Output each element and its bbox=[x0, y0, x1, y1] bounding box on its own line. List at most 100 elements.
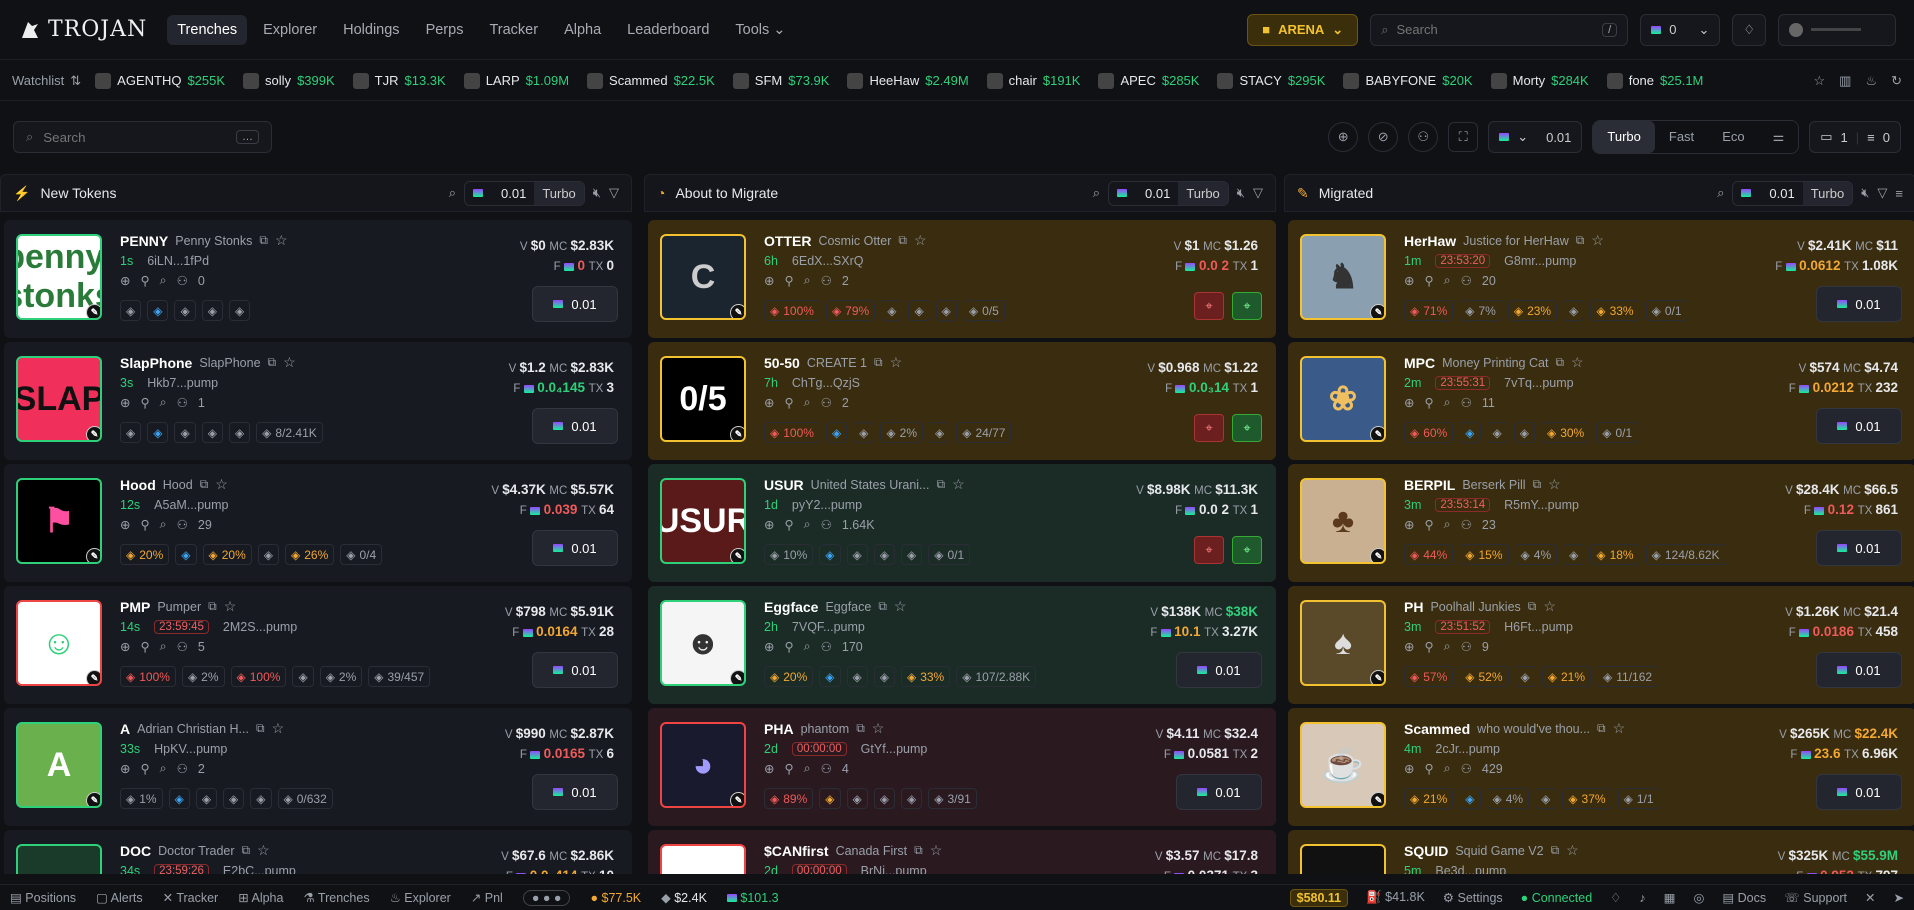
filter-icon[interactable]: ▽ bbox=[1877, 185, 1887, 201]
link-icon[interactable]: ⚲ bbox=[1424, 517, 1433, 532]
token-address[interactable]: ChTg...QzjS bbox=[792, 376, 860, 390]
copy-icon[interactable]: ⧉ bbox=[256, 721, 265, 736]
star-icon[interactable]: ☆ bbox=[1813, 73, 1825, 89]
search-icon[interactable]: ⌕ bbox=[1444, 761, 1451, 776]
token-address[interactable]: 2M2S...pump bbox=[223, 620, 297, 634]
copy-icon[interactable]: ⧉ bbox=[936, 477, 945, 492]
nav-explorer[interactable]: Explorer bbox=[253, 15, 327, 45]
pnl-link[interactable]: ↗ Pnl bbox=[471, 890, 503, 905]
search-icon[interactable]: ⌕ bbox=[804, 639, 811, 654]
token-card[interactable]: ♞ ✎ HerHaw Justice for HerHaw ⧉ ☆ 1m 23:53:20 G8… bbox=[1288, 220, 1914, 338]
watchlist-item[interactable]: fone $25.1M bbox=[1606, 72, 1703, 89]
search-icon[interactable]: ⌕ bbox=[160, 395, 167, 410]
token-address[interactable]: Hkb7...pump bbox=[147, 376, 218, 390]
presets-pill[interactable]: ● ● ● bbox=[522, 889, 571, 906]
link-icon[interactable]: ⚲ bbox=[140, 273, 149, 288]
link-icon[interactable]: ⚲ bbox=[140, 517, 149, 532]
watchlist-item[interactable]: chair $191K bbox=[986, 72, 1080, 89]
quick-buy-button[interactable]: 0.01 bbox=[532, 652, 618, 688]
web-icon[interactable]: ⊕ bbox=[764, 639, 774, 654]
token-image[interactable]: ☕ ✎ bbox=[1300, 722, 1386, 808]
token-card[interactable]: ✎ DOC Doctor Trader ⧉ ☆ 34s 23:59:26 E2bC...pum… bbox=[4, 830, 632, 874]
copy-icon[interactable]: ⧉ bbox=[259, 233, 268, 248]
star-icon[interactable]: ☆ bbox=[1571, 354, 1584, 371]
token-card[interactable]: ✎ $CANfirst Canada First ⧉ ☆ 2d 00:00:00 BrNi..… bbox=[648, 830, 1276, 874]
flame-icon[interactable]: ♨ bbox=[1865, 73, 1877, 89]
token-image[interactable]: ✎ bbox=[660, 844, 746, 874]
token-search-input[interactable] bbox=[43, 129, 226, 145]
refresh-icon[interactable]: ↻ bbox=[1891, 73, 1902, 89]
star-icon[interactable]: ☆ bbox=[1548, 476, 1561, 493]
token-address[interactable]: HpKV...pump bbox=[154, 742, 227, 756]
token-address[interactable]: GtYf...pump bbox=[861, 742, 928, 756]
token-card[interactable]: A ✎ A Adrian Christian H... ⧉ ☆ 33s HpKV...pump… bbox=[4, 708, 632, 826]
token-address[interactable]: E2bC...pump bbox=[223, 864, 296, 874]
star-icon[interactable]: ☆ bbox=[1613, 720, 1626, 737]
token-address[interactable]: 6iLN...1fPd bbox=[147, 254, 209, 268]
token-card[interactable]: ❀ ✎ MPC Money Printing Cat ⧉ ☆ 2m 23:55:31 7vTq.… bbox=[1288, 342, 1914, 460]
link-icon[interactable]: ⚲ bbox=[140, 761, 149, 776]
nav-alpha[interactable]: Alpha bbox=[554, 15, 611, 45]
web-icon[interactable]: ⊕ bbox=[1404, 761, 1414, 776]
quick-buy-button[interactable]: 0.01 bbox=[1816, 652, 1902, 688]
search-icon[interactable]: ⌕ bbox=[1093, 185, 1100, 201]
token-card[interactable]: ⚑ ✎ Hood Hood ⧉ ☆ 12s A5aM...pump ⊕ ⚲ ⌕ ⚇ 29 ◈ 20% ◈ ◈ 20… bbox=[4, 464, 632, 582]
quick-buy-button[interactable]: 0.01 bbox=[1816, 408, 1902, 444]
web-icon[interactable]: ⊕ bbox=[764, 395, 774, 410]
star-icon[interactable]: ☆ bbox=[1566, 842, 1579, 859]
web-icon[interactable]: ⊕ bbox=[1404, 639, 1414, 654]
user-settings-icon[interactable]: ⚇ bbox=[1408, 122, 1439, 152]
token-image[interactable]: ☺ ✎ bbox=[16, 600, 102, 686]
star-icon[interactable]: ☆ bbox=[215, 476, 228, 493]
star-icon[interactable]: ☆ bbox=[872, 720, 885, 737]
token-image[interactable]: A ✎ bbox=[16, 722, 102, 808]
search-icon[interactable]: ⌕ bbox=[1444, 395, 1451, 410]
token-card[interactable]: ☕ ✎ Scammed who would've thou... ⧉ ☆ 4m 2cJr...… bbox=[1288, 708, 1914, 826]
star-icon[interactable]: ☆ bbox=[257, 842, 270, 859]
copy-icon[interactable]: ⧉ bbox=[898, 233, 907, 248]
star-icon[interactable]: ☆ bbox=[275, 232, 288, 249]
nav-perps[interactable]: Perps bbox=[416, 15, 474, 45]
token-image[interactable]: penny stonks✎ bbox=[16, 234, 102, 320]
token-card[interactable]: penny stonks✎ PENNY Penny Stonks ⧉ ☆ 1s 6iLN..… bbox=[4, 220, 632, 338]
copy-icon[interactable]: ⧉ bbox=[1533, 477, 1542, 492]
web-icon[interactable]: ⊕ bbox=[1404, 273, 1414, 288]
wallet-balance[interactable]: $580.11 bbox=[1289, 888, 1349, 907]
copy-icon[interactable]: ⧉ bbox=[1528, 599, 1537, 614]
token-image[interactable]: ❀ ✎ bbox=[1300, 356, 1386, 442]
quick-buy-button[interactable]: 0.01 bbox=[532, 530, 618, 566]
search-icon[interactable]: ⌕ bbox=[160, 517, 167, 532]
mode-turbo[interactable]: Turbo bbox=[1593, 121, 1655, 153]
quick-buy-button[interactable]: 0.01 bbox=[532, 774, 618, 810]
token-address[interactable]: 7VQF...pump bbox=[792, 620, 865, 634]
tracker-link[interactable]: ✕ Tracker bbox=[163, 890, 219, 905]
discord-icon[interactable]: ◎ bbox=[1693, 890, 1704, 905]
watchlist-item[interactable]: HeeHaw $2.49M bbox=[847, 72, 969, 89]
star-icon[interactable]: ☆ bbox=[930, 842, 943, 859]
web-icon[interactable]: ⊕ bbox=[120, 639, 130, 654]
link-icon[interactable]: ⚲ bbox=[784, 517, 793, 532]
copy-icon[interactable]: ⧉ bbox=[878, 599, 887, 614]
token-address[interactable]: R5mY...pump bbox=[1504, 498, 1579, 512]
token-card[interactable]: USUR ✎ USUR United States Urani... ⧉ ☆ 1d pyY2.… bbox=[648, 464, 1276, 582]
positions-link[interactable]: ▤ Positions bbox=[10, 890, 76, 905]
filter-icon[interactable]: ▽ bbox=[1253, 185, 1263, 201]
copy-icon[interactable]: ⧉ bbox=[856, 721, 865, 736]
settings-link[interactable]: ⚙ Settings bbox=[1443, 890, 1503, 905]
amount-selector[interactable]: ⌄ 0.01 bbox=[1488, 121, 1583, 153]
token-address[interactable]: G8mr...pump bbox=[1504, 254, 1576, 268]
watchlist-item[interactable]: LARP $1.09M bbox=[463, 72, 569, 89]
mute-icon[interactable]: 🔇︎ bbox=[593, 185, 601, 201]
watchlist-item[interactable]: SFM $73.9K bbox=[732, 72, 829, 89]
token-address[interactable]: 2cJr...pump bbox=[1435, 742, 1500, 756]
volume-icon[interactable]: ♪ bbox=[1639, 891, 1645, 905]
watchlist-item[interactable]: Morty $284K bbox=[1490, 72, 1589, 89]
token-image[interactable]: ✎ bbox=[1300, 844, 1386, 874]
buy-button[interactable]: ⌖ bbox=[1232, 414, 1262, 442]
token-card[interactable]: 0/5 ✎ 50-50 CREATE 1 ⧉ ☆ 7h ChTg...QzjS ⊕ ⚲ ⌕ ⚇ 2 ◈ 10… bbox=[648, 342, 1276, 460]
token-address[interactable]: Be3d...pump bbox=[1435, 864, 1506, 874]
star-icon[interactable]: ☆ bbox=[272, 720, 285, 737]
quick-buy-amount[interactable]: 0.01 Turbo bbox=[464, 180, 585, 206]
watchlist-item[interactable]: solly $399K bbox=[243, 72, 335, 89]
link-icon[interactable]: ⚲ bbox=[1424, 273, 1433, 288]
